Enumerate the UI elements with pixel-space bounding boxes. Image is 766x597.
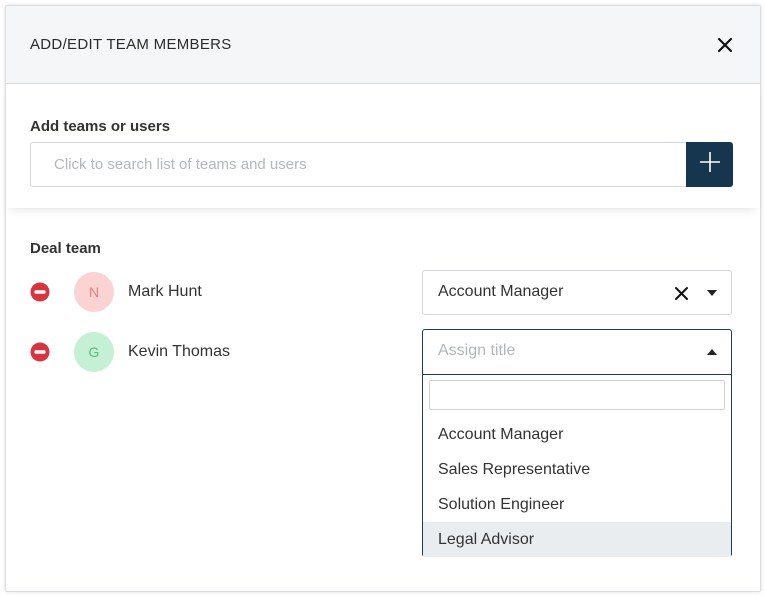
chevron-up-icon[interactable] <box>707 349 717 355</box>
title-option[interactable]: Sales Representative <box>423 452 731 487</box>
team-members-modal: ADD/EDIT TEAM MEMBERS Add teams or users… <box>5 5 761 592</box>
remove-member-icon[interactable] <box>30 342 50 362</box>
plus-icon <box>699 151 721 178</box>
clear-title-icon[interactable] <box>674 286 689 301</box>
modal-title: ADD/EDIT TEAM MEMBERS <box>30 36 232 53</box>
title-filter-input[interactable] <box>429 380 725 410</box>
title-select-open[interactable]: Assign title <box>423 330 731 375</box>
title-option[interactable]: Legal Advisor <box>423 522 731 557</box>
avatar: G <box>74 332 114 372</box>
chevron-down-icon[interactable] <box>707 290 717 296</box>
title-option[interactable]: Solution Engineer <box>423 487 731 522</box>
assign-title-placeholder: Assign title <box>438 342 516 359</box>
add-teams-section: Add teams or users <box>6 84 760 208</box>
team-user-search-input[interactable] <box>30 142 686 187</box>
avatar: N <box>74 272 114 312</box>
member-name: Kevin Thomas <box>128 343 230 360</box>
title-dropdown[interactable]: Assign title Account Manager Sales Repre… <box>422 329 732 557</box>
title-select[interactable]: Account Manager <box>422 270 732 315</box>
deal-team-label: Deal team <box>30 240 101 257</box>
avatar-initial: G <box>88 344 100 360</box>
member-name: Mark Hunt <box>128 283 202 300</box>
modal-header: ADD/EDIT TEAM MEMBERS <box>6 6 760 84</box>
avatar-initial: N <box>88 284 100 300</box>
add-member-button[interactable] <box>686 142 733 187</box>
selected-title: Account Manager <box>438 283 564 300</box>
remove-member-icon[interactable] <box>30 282 50 302</box>
title-option[interactable]: Account Manager <box>423 417 731 452</box>
close-icon[interactable] <box>716 36 734 54</box>
add-teams-label: Add teams or users <box>30 118 171 135</box>
